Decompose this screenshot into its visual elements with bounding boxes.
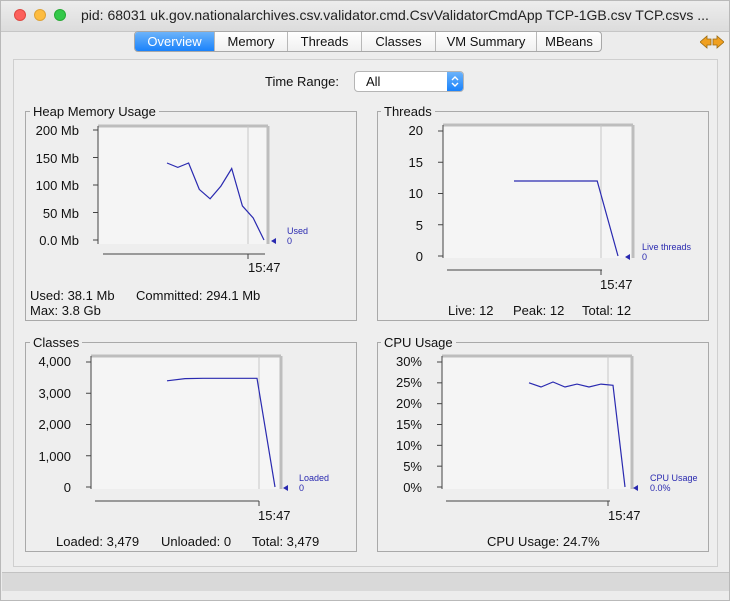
threads-ytick: 10 (408, 186, 423, 201)
threads-ytick: 5 (415, 218, 423, 233)
heap-used-stat: Used: 38.1 Mb (30, 288, 115, 303)
threads-peak-stat: Peak: 12 (513, 303, 565, 318)
close-icon[interactable] (14, 9, 26, 21)
minimize-icon[interactable] (34, 9, 46, 21)
classes-total-stat: Total: 3,479 (252, 534, 320, 549)
cpu-ytick: 10% (395, 438, 422, 453)
threads-ytick: 20 (408, 123, 423, 138)
cpu-ytick: 5% (403, 459, 422, 474)
heap-ytick: 100 Mb (35, 178, 79, 193)
chevron-updown-icon (447, 72, 463, 91)
heap-ytick: 200 Mb (35, 123, 79, 138)
cpu-legend-name: CPU Usage (650, 473, 698, 483)
cpu-plot-area (442, 356, 632, 489)
classes-legend-marker (283, 485, 288, 491)
cpu-ytick: 0% (403, 480, 422, 495)
classes-ytick: 2,000 (38, 417, 71, 432)
tab-bar: Overview Memory Threads Classes VM Summa… (134, 31, 602, 52)
threads-plot-area (443, 125, 633, 258)
tab-classes[interactable]: Classes (361, 32, 435, 51)
tab-overview[interactable]: Overview (135, 32, 214, 51)
time-range-value: All (366, 74, 381, 89)
classes-ytick: 1,000 (38, 449, 71, 464)
classes-legend-name: Loaded (299, 473, 330, 483)
heap-max-stat: Max: 3.8 Gb (30, 303, 101, 318)
jconsole-window: pid: 68031 uk.gov.nationalarchives.csv.v… (0, 0, 730, 601)
heap-ytick: 0.0 Mb (39, 233, 79, 248)
heap-legend-value: 0 (287, 236, 293, 246)
classes-loaded-stat: Loaded: 3,479 (56, 534, 140, 549)
cpu-usage-title: CPU Usage (381, 336, 456, 350)
classes-legend-value: 0 (299, 483, 305, 493)
cpu-usage-stat: CPU Usage: 24.7% (487, 534, 600, 549)
threads-legend-value: 0 (642, 252, 648, 262)
classes-plot-area (91, 356, 281, 489)
heap-legend-name: Used (287, 226, 309, 236)
threads-legend-marker (625, 254, 630, 260)
tab-vm-summary[interactable]: VM Summary (435, 32, 536, 51)
classes-title: Classes (30, 336, 83, 350)
cpu-usage-chart (437, 354, 634, 506)
cpu-ytick: 30% (395, 354, 422, 369)
cpu-time-label: 15:47 (608, 508, 641, 523)
heap-memory-title: Heap Memory Usage (30, 105, 159, 119)
threads-time-label: 15:47 (600, 277, 633, 292)
tab-scroll-arrows-icon[interactable] (700, 35, 724, 49)
heap-legend-marker (271, 238, 276, 244)
threads-legend-name: Live threads (642, 242, 692, 252)
cpu-legend-marker (633, 485, 638, 491)
threads-title: Threads (381, 105, 435, 119)
threads-live-stat: Live: 12 (448, 303, 494, 318)
threads-ytick: 0 (415, 249, 423, 264)
tab-mbeans[interactable]: MBeans (536, 32, 601, 51)
heap-ytick: 150 Mb (35, 151, 79, 166)
time-range-select[interactable]: All (354, 71, 464, 92)
time-range-label: Time Range: (265, 74, 339, 89)
zoom-icon[interactable] (54, 9, 66, 21)
heap-committed-stat: Committed: 294.1 Mb (136, 288, 261, 303)
window-title: pid: 68031 uk.gov.nationalarchives.csv.v… (81, 7, 709, 23)
status-bar (2, 572, 729, 591)
heap-ytick: 50 Mb (42, 206, 79, 221)
classes-time-label: 15:47 (258, 508, 291, 523)
threads-total-stat: Total: 12 (582, 303, 632, 318)
heap-plot-area (98, 126, 268, 244)
classes-ytick: 3,000 (38, 386, 71, 401)
cpu-ytick: 15% (395, 417, 422, 432)
cpu-ytick: 25% (395, 375, 422, 390)
cpu-ytick: 20% (395, 396, 422, 411)
threads-chart (438, 123, 635, 275)
cpu-legend-value: 0.0% (650, 483, 671, 493)
heap-time-label: 15:47 (248, 260, 281, 275)
threads-ytick: 15 (408, 155, 423, 170)
classes-unloaded-stat: Unloaded: 0 (161, 534, 232, 549)
heap-memory-chart (93, 124, 270, 259)
classes-chart (86, 354, 283, 506)
classes-ytick: 0 (63, 480, 71, 495)
tab-threads[interactable]: Threads (287, 32, 361, 51)
title-bar[interactable]: pid: 68031 uk.gov.nationalarchives.csv.v… (1, 1, 729, 32)
tab-memory[interactable]: Memory (214, 32, 287, 51)
classes-ytick: 4,000 (38, 354, 71, 369)
